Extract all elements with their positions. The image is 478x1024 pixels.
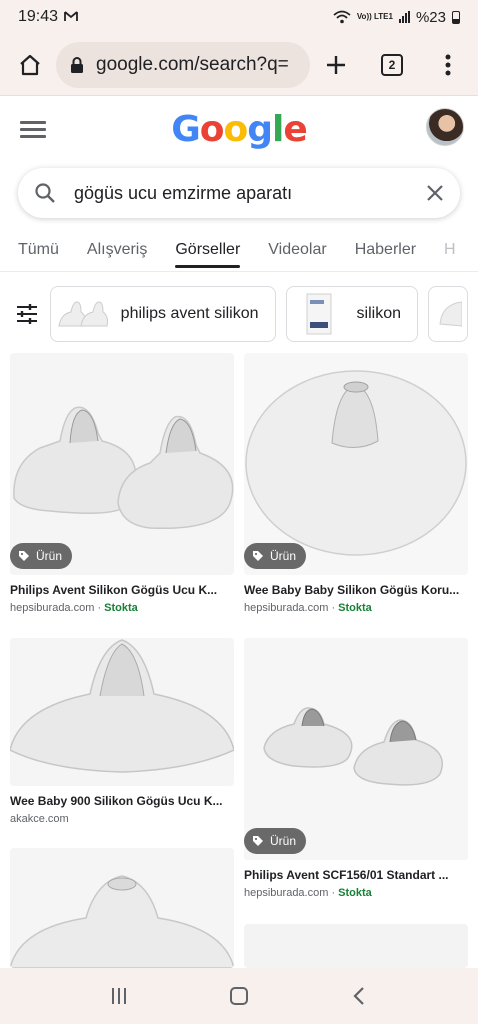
- result-image[interactable]: Ürün: [244, 353, 468, 575]
- nipple-shield-image: [10, 848, 234, 968]
- tag-icon: [19, 551, 29, 561]
- home-button[interactable]: [12, 47, 48, 83]
- tag-icon: [253, 836, 263, 846]
- filter-button[interactable]: [14, 289, 40, 339]
- result-card[interactable]: Wee Baby 900 Silikon Gögüs Ucu K... akak…: [10, 638, 234, 825]
- result-card[interactable]: [244, 924, 468, 968]
- tab-news[interactable]: Haberler: [355, 228, 416, 271]
- result-image[interactable]: [10, 848, 234, 968]
- badge-label: Ürün: [270, 549, 297, 563]
- chip-philips-avent[interactable]: philips avent silikon: [49, 286, 276, 342]
- logo-letter: e: [283, 108, 307, 150]
- refinement-chips: philips avent silikon silikon: [0, 284, 478, 344]
- wifi-icon: [333, 10, 351, 24]
- logo-letter: G: [171, 108, 201, 150]
- tab-shopping[interactable]: Alışveriş: [87, 228, 147, 271]
- result-title[interactable]: Philips Avent Silikon Gögüs Ucu K...: [10, 583, 234, 597]
- product-badge: Ürün: [10, 543, 73, 569]
- result-meta: hepsiburada.com · Stokta: [10, 602, 138, 614]
- tab-more[interactable]: H: [444, 228, 456, 271]
- clear-icon[interactable]: [426, 184, 444, 202]
- result-card[interactable]: Ürün Philips Avent Silikon Gögüs Ucu K..…: [10, 353, 234, 614]
- result-source: akakce.com: [10, 813, 69, 825]
- result-title[interactable]: Philips Avent SCF156/01 Standart ...: [244, 868, 468, 882]
- nipple-shield-image: [10, 353, 234, 575]
- battery-icon: [452, 10, 460, 24]
- stock-status: Stokta: [338, 602, 372, 614]
- result-card[interactable]: Ürün Wee Baby Baby Silikon Gögüs Koru...…: [244, 353, 468, 614]
- chip-thumbnail: [55, 290, 111, 338]
- search-box[interactable]: gögüs ucu emzirme aparatı: [18, 168, 460, 218]
- result-title[interactable]: Wee Baby Baby Silikon Gögüs Koru...: [244, 583, 468, 597]
- browser-toolbar: google.com/search?q= 2: [0, 34, 478, 96]
- tab-all[interactable]: Tümü: [18, 228, 59, 271]
- badge-label: Ürün: [270, 834, 297, 848]
- menu-button[interactable]: [430, 47, 466, 83]
- battery-level: %23: [415, 8, 446, 26]
- chip-silikon[interactable]: silikon: [285, 286, 418, 342]
- avatar[interactable]: [426, 108, 464, 146]
- back-icon[interactable]: [352, 986, 366, 1006]
- search-tabs: Tümü Alışveriş Görseller Videolar Haberl…: [0, 228, 478, 272]
- nipple-shield-image: [244, 353, 468, 575]
- home-icon: [20, 54, 40, 75]
- tab-images[interactable]: Görseller: [175, 228, 240, 271]
- chip-more[interactable]: [428, 286, 468, 342]
- google-logo[interactable]: Google: [171, 108, 308, 150]
- status-bar: 19:43 Vo)) LTE1 %23: [0, 0, 478, 34]
- tab-videos[interactable]: Videolar: [268, 228, 326, 271]
- plus-icon: [327, 55, 345, 74]
- result-meta: akakce.com: [10, 813, 234, 825]
- logo-letter: g: [247, 108, 273, 150]
- chip-thumbnail: [429, 290, 465, 338]
- google-header: Google: [0, 96, 478, 162]
- search-icon: [35, 183, 55, 203]
- lock-icon: [71, 56, 83, 73]
- result-image[interactable]: [10, 638, 234, 786]
- home-nav-button[interactable]: [230, 987, 248, 1005]
- tune-icon: [16, 304, 37, 324]
- result-image[interactable]: Ürün: [10, 353, 234, 575]
- lte-indicator: Vo)) LTE1: [356, 12, 393, 21]
- tag-icon: [253, 551, 263, 561]
- signal-icon: [398, 11, 410, 23]
- new-tab-button[interactable]: [318, 47, 354, 83]
- tab-count: 2: [381, 53, 403, 76]
- status-time: 19:43: [18, 8, 59, 25]
- hamburger-menu-icon[interactable]: [20, 120, 46, 138]
- more-vert-icon: [445, 54, 451, 75]
- chip-thumbnail: [291, 290, 347, 338]
- stock-status: Stokta: [338, 887, 372, 899]
- result-card[interactable]: [10, 848, 234, 968]
- badge-label: Ürün: [36, 549, 63, 563]
- nipple-shield-image: [10, 638, 234, 786]
- result-image[interactable]: [244, 924, 468, 968]
- chip-label: philips avent silikon: [120, 305, 259, 322]
- result-meta: hepsiburada.com · Stokta: [244, 887, 372, 899]
- logo-letter: o: [199, 108, 225, 150]
- logo-letter: o: [223, 108, 249, 150]
- search-query[interactable]: gögüs ucu emzirme aparatı: [74, 183, 292, 204]
- recent-apps-button[interactable]: [112, 988, 126, 1004]
- result-title[interactable]: Wee Baby 900 Silikon Gögüs Ucu K...: [10, 794, 234, 808]
- result-source: hepsiburada.com: [10, 602, 95, 614]
- nipple-shield-image: [244, 638, 468, 860]
- url-text: google.com/search?q=: [96, 53, 289, 75]
- tab-switcher-button[interactable]: 2: [374, 47, 410, 83]
- logo-letter: l: [272, 108, 284, 150]
- result-meta: hepsiburada.com · Stokta: [244, 602, 372, 614]
- system-nav-bar: [0, 968, 478, 1024]
- product-badge: Ürün: [244, 828, 307, 854]
- stock-status: Stokta: [104, 602, 138, 614]
- product-badge: Ürün: [244, 543, 307, 569]
- result-source: hepsiburada.com: [244, 602, 329, 614]
- gmail-icon: [64, 9, 78, 25]
- address-bar[interactable]: google.com/search?q=: [56, 41, 310, 88]
- result-image[interactable]: Ürün: [244, 638, 468, 860]
- result-source: hepsiburada.com: [244, 887, 329, 899]
- result-card[interactable]: Ürün Philips Avent SCF156/01 Standart ..…: [244, 638, 468, 899]
- chip-label: silikon: [356, 305, 401, 322]
